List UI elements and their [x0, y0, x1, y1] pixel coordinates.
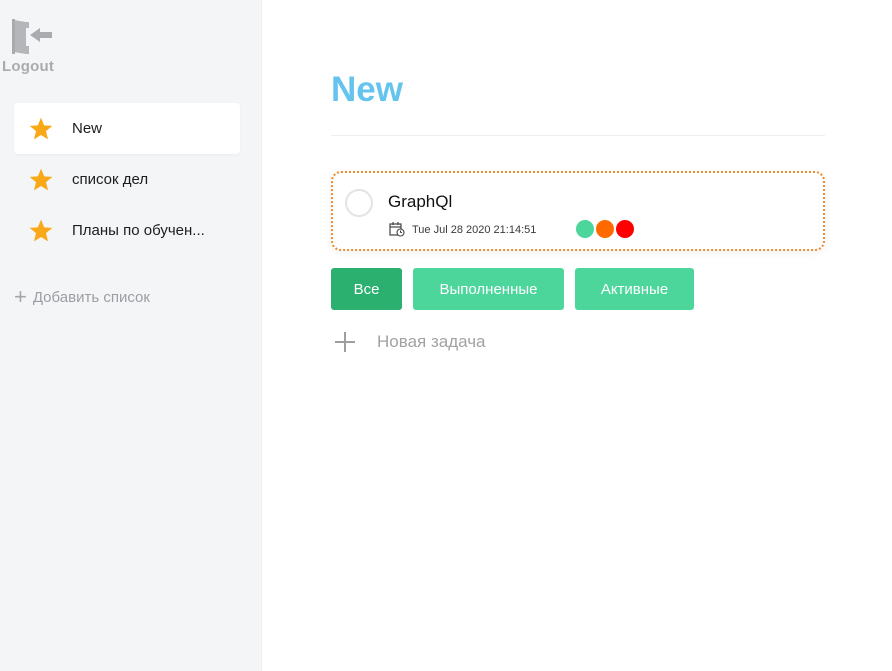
- filter-bar: Все Выполненные Активные: [331, 268, 705, 310]
- add-list-label: Добавить список: [32, 288, 150, 306]
- task-title: GraphQl: [388, 192, 453, 211]
- main-content: New GraphQl Tue Jul 28 2020 21:14:51 Все…: [262, 0, 892, 671]
- list-item-label: New: [72, 120, 103, 137]
- sidebar: Logout New список дел Планы по обучен...: [0, 0, 262, 671]
- filter-active-button[interactable]: Активные: [575, 268, 694, 310]
- new-task-button[interactable]: Новая задача: [331, 330, 486, 354]
- page-title: New: [331, 70, 403, 109]
- title-divider: [331, 135, 825, 136]
- logout-icon: [12, 19, 52, 54]
- filter-all-button[interactable]: Все: [331, 268, 402, 310]
- star-icon: [29, 117, 53, 139]
- plus-icon: +: [14, 284, 27, 309]
- add-list-button[interactable]: + Добавить список: [14, 284, 150, 309]
- list-item-study-plans[interactable]: Планы по обучен...: [14, 205, 240, 256]
- color-dot-red[interactable]: [616, 220, 634, 238]
- color-dot-green[interactable]: [576, 220, 594, 238]
- list-item-new[interactable]: New: [14, 103, 240, 154]
- list-item-label: список дел: [72, 171, 149, 188]
- star-icon: [29, 168, 53, 190]
- list-item-todo[interactable]: список дел: [14, 154, 240, 205]
- logout-button[interactable]: Logout: [2, 18, 62, 75]
- list-nav: New список дел Планы по обучен...: [14, 103, 240, 256]
- task-complete-checkbox[interactable]: [345, 189, 373, 217]
- task-card[interactable]: GraphQl Tue Jul 28 2020 21:14:51: [331, 171, 825, 251]
- star-icon: [29, 219, 53, 241]
- list-item-label: Планы по обучен...: [72, 222, 205, 239]
- color-dot-orange[interactable]: [596, 220, 614, 238]
- new-task-label: Новая задача: [377, 332, 486, 351]
- logout-label: Logout: [2, 58, 55, 75]
- task-date: Tue Jul 28 2020 21:14:51: [412, 224, 537, 236]
- app-root: Logout New список дел Планы по обучен...: [0, 0, 892, 671]
- plus-icon: [333, 330, 357, 354]
- calendar-clock-icon: [389, 222, 405, 237]
- filter-completed-button[interactable]: Выполненные: [413, 268, 564, 310]
